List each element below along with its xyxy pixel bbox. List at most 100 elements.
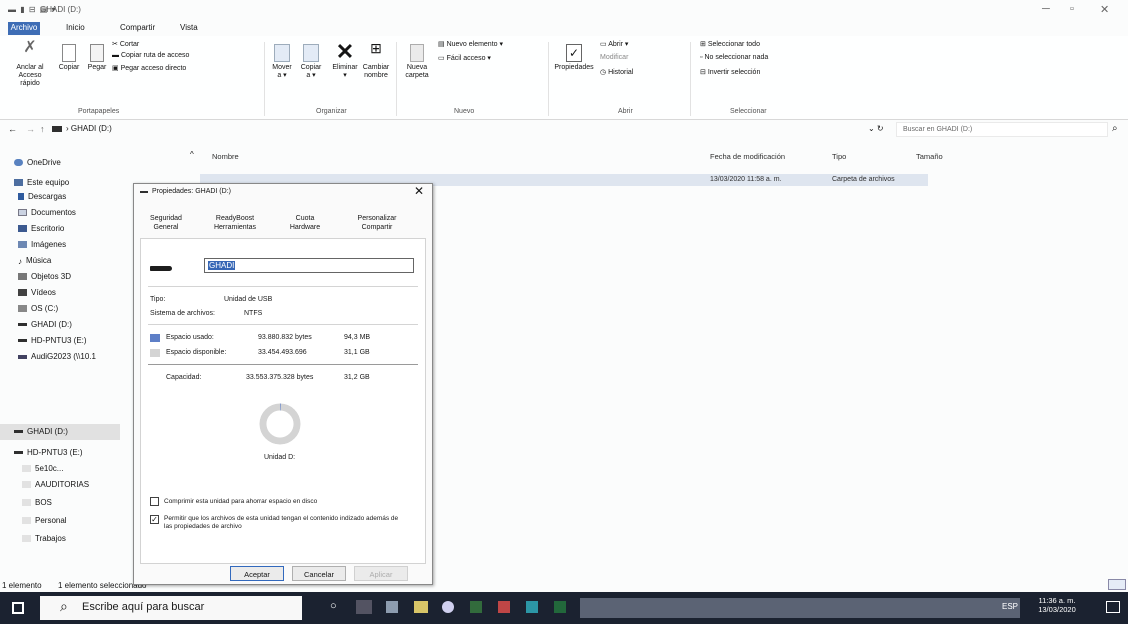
open-button[interactable]: ▭ Abrir ▾ bbox=[600, 40, 628, 48]
taskbar-search-input[interactable]: Escribe aquí para buscar bbox=[40, 596, 302, 620]
tab-compartir[interactable]: Compartir bbox=[120, 23, 155, 32]
nav-item-music[interactable]: ♪ Música bbox=[18, 256, 51, 266]
easy-access-button[interactable]: ▭ Fácil acceso ▾ bbox=[438, 54, 491, 62]
copy-button[interactable]: Copiar bbox=[56, 44, 82, 72]
paste-shortcut-button[interactable]: ▣ Pegar acceso directo bbox=[112, 64, 186, 72]
drive-name-input[interactable]: GHADI bbox=[204, 258, 414, 273]
apply-button[interactable]: Aplicar bbox=[354, 566, 408, 581]
rename-button[interactable]: ⊞ Cambiar nombre bbox=[362, 41, 390, 80]
task-view-icon[interactable] bbox=[356, 600, 372, 614]
cut-button[interactable]: ✂ Cortar bbox=[112, 40, 139, 48]
column-header-type[interactable]: Tipo bbox=[832, 152, 846, 161]
nav-item-os-c[interactable]: OS (C:) bbox=[18, 304, 58, 313]
taskbar-running-apps[interactable] bbox=[580, 598, 1020, 618]
back-arrow-icon[interactable]: ← bbox=[8, 124, 17, 134]
app-icon[interactable] bbox=[442, 601, 454, 613]
cancel-button[interactable]: Cancelar bbox=[292, 566, 346, 581]
compress-checkbox[interactable] bbox=[150, 497, 159, 506]
column-header-name[interactable]: Nombre bbox=[212, 152, 239, 161]
paste-button[interactable]: Pegar bbox=[86, 44, 108, 72]
nav-item-folder[interactable]: 5e10c... bbox=[22, 464, 63, 473]
column-header-size[interactable]: Tamaño bbox=[916, 152, 943, 161]
tab-archivo[interactable]: Archivo bbox=[8, 22, 40, 35]
forward-arrow-icon[interactable]: → bbox=[26, 124, 35, 134]
app-icon[interactable] bbox=[498, 601, 510, 613]
breadcrumb-path[interactable]: › GHADI (D:) bbox=[66, 124, 112, 133]
maximize-icon[interactable]: ▫ bbox=[1070, 3, 1074, 15]
app-icon[interactable] bbox=[526, 601, 538, 613]
new-folder-button[interactable]: Nueva carpeta bbox=[402, 44, 432, 80]
row-date: 13/03/2020 11:58 a. m. bbox=[710, 176, 782, 183]
windows-start-icon[interactable] bbox=[12, 602, 24, 614]
folder-icon bbox=[410, 44, 424, 62]
index-checkbox[interactable]: ✓ bbox=[150, 515, 159, 524]
search-input[interactable]: Buscar en GHADI (D:) bbox=[896, 122, 1108, 137]
clock[interactable]: 11:36 a. m. 13/03/2020 bbox=[1036, 596, 1078, 614]
usb-drive-icon bbox=[14, 430, 23, 434]
file-explorer-icon[interactable] bbox=[414, 601, 428, 613]
close-window-icon[interactable]: ✕ bbox=[1100, 3, 1109, 16]
checkmark-icon: ✓ bbox=[566, 44, 582, 62]
copy-path-button[interactable]: ▬ Copiar ruta de acceso bbox=[112, 52, 189, 59]
cortana-icon[interactable]: ○ bbox=[330, 600, 337, 612]
ok-button[interactable]: Aceptar bbox=[230, 566, 284, 581]
column-header-date[interactable]: Fecha de modificación bbox=[710, 152, 785, 161]
nav-item-folder[interactable]: AAUDITORIAS bbox=[22, 480, 89, 489]
usb-drive-icon bbox=[18, 323, 27, 327]
easy-access-icon: ▭ bbox=[438, 55, 447, 62]
notification-icon[interactable] bbox=[1106, 601, 1120, 613]
copy-to-button[interactable]: Copiar a ▾ bbox=[298, 44, 324, 80]
refresh-icon[interactable]: ⌄ ↻ bbox=[868, 124, 884, 133]
sort-chevron-icon[interactable]: ^ bbox=[190, 150, 194, 159]
search-icon[interactable]: ⌕ bbox=[1112, 123, 1118, 134]
dialog-close-icon[interactable]: ✕ bbox=[414, 184, 424, 198]
title-bar: ▬ ▮ ⊟ ▤ ▾ GHADI (D:) ─ ▫ ✕ bbox=[0, 0, 1128, 20]
minimize-icon[interactable]: ─ bbox=[1042, 3, 1050, 15]
nav-item-folder[interactable]: BOS bbox=[22, 498, 52, 507]
nav-item-desktop[interactable]: Escritorio bbox=[18, 224, 64, 233]
history-button[interactable]: ◷ Historial bbox=[600, 68, 633, 76]
excel-icon[interactable] bbox=[470, 601, 482, 613]
excel-icon[interactable] bbox=[554, 601, 566, 613]
nav-item-network-drive[interactable]: AudiG2023 (\\10.1 bbox=[18, 352, 96, 361]
nav-item-pictures[interactable]: Imágenes bbox=[18, 240, 66, 249]
up-arrow-icon[interactable]: ↑ bbox=[40, 124, 45, 134]
nav-item-this-pc[interactable]: Este equipo bbox=[14, 178, 69, 187]
pin-quick-access-button[interactable]: ✗ Anclar al Acceso rápido bbox=[8, 40, 52, 88]
tab-inicio[interactable]: Inicio bbox=[66, 23, 85, 32]
select-all-button[interactable]: ⊞ Seleccionar todo bbox=[700, 40, 760, 48]
tab-readyboost-herramientas[interactable]: ReadyBoost Herramientas bbox=[204, 214, 266, 232]
properties-button[interactable]: ✓ Propiedades bbox=[554, 44, 594, 72]
move-icon bbox=[274, 44, 290, 62]
new-item-button[interactable]: ▤ Nuevo elemento ▾ bbox=[438, 40, 503, 48]
clock-time: 11:36 a. m. bbox=[1038, 596, 1076, 605]
select-none-button[interactable]: ▫ No seleccionar nada bbox=[700, 54, 768, 61]
nav-item-videos[interactable]: Vídeos bbox=[18, 288, 56, 297]
nav-item-hd-pntu3-e[interactable]: HD-PNTU3 (E:) bbox=[18, 336, 87, 345]
invert-selection-button[interactable]: ⊟ Invertir selección bbox=[700, 68, 760, 76]
calculator-icon[interactable] bbox=[386, 601, 398, 613]
nav-item-ghadi-d[interactable]: GHADI (D:) bbox=[18, 320, 72, 329]
move-to-button[interactable]: Mover a ▾ bbox=[270, 44, 294, 80]
nav-item-ghadi-d-root[interactable]: GHADI (D:) bbox=[14, 427, 68, 436]
tab-seguridad-general[interactable]: Seguridad General bbox=[140, 214, 192, 232]
cube-icon bbox=[18, 273, 27, 281]
nav-item-onedrive[interactable]: OneDrive bbox=[14, 158, 61, 167]
nav-item-folder[interactable]: Personal bbox=[22, 516, 67, 525]
tab-vista[interactable]: Vista bbox=[180, 23, 198, 32]
capacity-size: 31,2 GB bbox=[344, 374, 370, 381]
delete-button[interactable]: ✕ Eliminar ▾ bbox=[330, 41, 360, 80]
tab-personalizar-compartir[interactable]: Personalizar Compartir bbox=[344, 214, 410, 232]
language-indicator[interactable]: ESP bbox=[1002, 602, 1018, 611]
nav-item-downloads[interactable]: Descargas bbox=[18, 192, 66, 201]
nav-item-hd-pntu3-root[interactable]: HD-PNTU3 (E:) bbox=[14, 448, 83, 457]
tab-cuota-hardware[interactable]: Cuota Hardware bbox=[280, 214, 330, 232]
nav-item-folder[interactable]: Trabajos bbox=[22, 534, 66, 543]
capacity-label: Capacidad: bbox=[166, 374, 202, 381]
nav-item-documents[interactable]: Documentos bbox=[18, 208, 76, 217]
nav-item-3d-objects[interactable]: Objetos 3D bbox=[18, 272, 71, 281]
used-space-bytes: 93.880.832 bytes bbox=[258, 334, 312, 341]
edit-button[interactable]: Modificar bbox=[600, 54, 628, 61]
details-view-icon[interactable] bbox=[1108, 579, 1126, 590]
divider bbox=[148, 286, 418, 287]
